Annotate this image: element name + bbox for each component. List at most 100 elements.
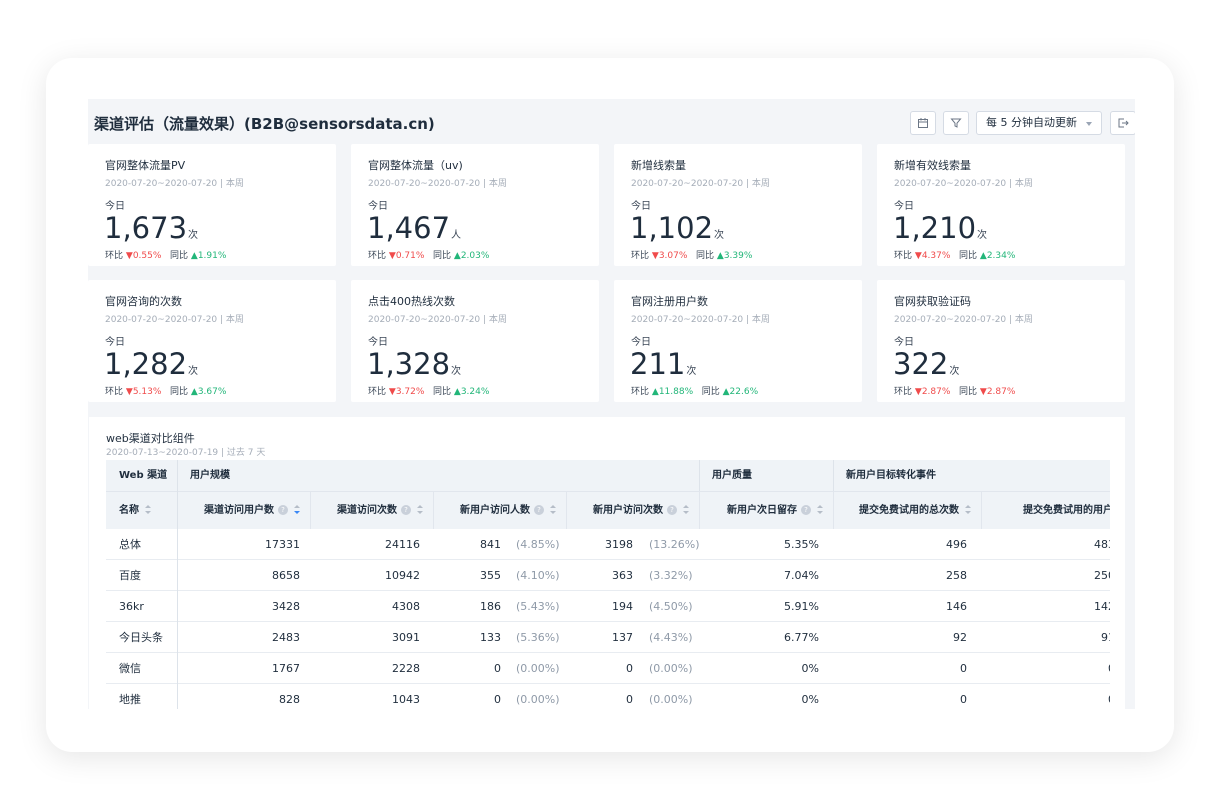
- metric-date: 2020-07-20~2020-07-20 | 本周: [894, 179, 1033, 189]
- mom-value: 3.72%: [395, 387, 425, 397]
- sort-icon[interactable]: [417, 505, 423, 515]
- table-row[interactable]: 微信 1767 2228 0 (0.00%) 0 (0.00%) 0% 0 0: [106, 653, 1110, 684]
- auto-refresh-select[interactable]: 每 5 分钟自动更新: [976, 111, 1102, 135]
- header-divider: [833, 491, 834, 529]
- sort-icon[interactable]: [965, 505, 971, 515]
- column-header-label: 新用户访问次数: [593, 505, 663, 516]
- column-header[interactable]: 名称: [106, 491, 177, 529]
- table-row[interactable]: 百度 8658 10942 355 (4.10%) 363 (3.32%) 7.04% 258 2…: [106, 560, 1110, 591]
- metric-name: 新增有效线索量: [894, 159, 971, 172]
- cell-new-users-pct: (4.10%): [516, 569, 560, 582]
- help-icon[interactable]: ?: [278, 505, 288, 515]
- metric-card[interactable]: 新增线索量 2020-07-20~2020-07-20 | 本周 今日 1,102次环…: [614, 144, 862, 266]
- yoy-label: 同比: [701, 387, 720, 397]
- header-divider: [981, 491, 982, 529]
- metric-unit: 次: [977, 230, 988, 241]
- mom-arrow-icon: ▼: [125, 251, 133, 261]
- sort-icon[interactable]: [683, 505, 689, 515]
- metric-card[interactable]: 官网整体流量（uv) 2020-07-20~2020-07-20 | 本周 今日 1,…: [351, 144, 599, 266]
- page-title: 渠道评估（流量效果）(B2B@sensorsdata.cn): [94, 115, 435, 133]
- cell-new-users-pct: (5.36%): [516, 631, 560, 644]
- metric-card[interactable]: 点击400热线次数 2020-07-20~2020-07-20 | 本周 今日 1,3…: [351, 280, 599, 402]
- column-header[interactable]: 新用户访问人数?: [433, 491, 566, 529]
- metric-card[interactable]: 官网整体流量PV 2020-07-20~2020-07-20 | 本周 今日 1,67…: [88, 144, 336, 266]
- metric-value: 1,210: [893, 211, 977, 245]
- metric-card[interactable]: 官网注册用户数 2020-07-20~2020-07-20 | 本周 今日 211次环…: [614, 280, 862, 402]
- cell-retention: 0%: [801, 662, 819, 675]
- mom-value: 0.55%: [132, 251, 162, 261]
- cell-retention: 7.04%: [784, 569, 819, 582]
- cell-visits: 1043: [392, 693, 420, 706]
- cell-trial-total: 0: [960, 693, 967, 706]
- cell-retention: 5.91%: [784, 600, 819, 613]
- metric-card[interactable]: 官网咨询的次数 2020-07-20~2020-07-20 | 本周 今日 1,282…: [88, 280, 336, 402]
- cell-visit-users: 17331: [265, 538, 300, 551]
- yoy-value: 1.91%: [197, 251, 227, 261]
- yoy-label: 同比: [170, 251, 189, 261]
- metric-value: 1,328: [367, 347, 451, 381]
- sort-icon[interactable]: [817, 505, 823, 515]
- yoy-arrow-icon: ▲: [190, 251, 198, 261]
- help-icon[interactable]: ?: [667, 505, 677, 515]
- channel-name: 地推: [119, 693, 141, 706]
- mom-value: 5.13%: [132, 387, 162, 397]
- column-header[interactable]: 提交免费试用的用户数: [981, 491, 1110, 529]
- cell-trial-users: 0: [981, 684, 1110, 709]
- table-row[interactable]: 36kr 3428 4308 186 (5.43%) 194 (4.50%) 5.91% 146…: [106, 591, 1110, 622]
- dashboard-header: 渠道评估（流量效果）(B2B@sensorsdata.cn) 每 5 分钟自动更…: [88, 99, 1135, 145]
- cell-new-visits-pct: (13.26%): [649, 538, 700, 551]
- metric-compare: 环比 ▼3.07% 同比 ▲3.39%: [631, 248, 752, 261]
- cell-trial-users: 0: [981, 653, 1110, 684]
- cell-new-users-pct: (5.43%): [516, 600, 560, 613]
- cell-new-visits: 3198: [605, 538, 633, 551]
- metric-unit: 次: [188, 230, 199, 241]
- channel-name: 今日头条: [119, 631, 163, 644]
- cell-retention: 5.35%: [784, 538, 819, 551]
- yoy-value: 3.67%: [197, 387, 227, 397]
- header-divider: [433, 491, 434, 529]
- column-header[interactable]: 渠道访问次数?: [310, 491, 433, 529]
- channel-table: Web 渠道 用户规模 用户质量 新用户目标转化事件 名称 渠道访问用户数? 渠道访问次数?…: [106, 460, 1110, 709]
- yoy-arrow-icon: ▲: [716, 251, 724, 261]
- cell-new-users: 0: [494, 693, 501, 706]
- yoy-arrow-icon: ▲: [453, 387, 461, 397]
- column-header[interactable]: 渠道访问用户数?: [177, 491, 310, 529]
- help-icon[interactable]: ?: [401, 505, 411, 515]
- mom-arrow-icon: ▲: [651, 387, 659, 397]
- sort-icon[interactable]: [145, 505, 151, 515]
- mom-label: 环比: [894, 251, 913, 261]
- chevron-down-icon: [1086, 122, 1092, 126]
- cell-retention: 6.77%: [784, 631, 819, 644]
- metric-date: 2020-07-20~2020-07-20 | 本周: [105, 315, 244, 325]
- yoy-label: 同比: [433, 387, 452, 397]
- metric-value-wrap: 1,673次: [104, 211, 198, 253]
- cell-trial-users: 483: [1094, 538, 1110, 551]
- cell-new-users-pct: (0.00%): [516, 662, 560, 675]
- help-icon[interactable]: ?: [801, 505, 811, 515]
- metric-card[interactable]: 新增有效线索量 2020-07-20~2020-07-20 | 本周 今日 1,210…: [877, 144, 1125, 266]
- cell-new-users: 0: [494, 662, 501, 675]
- table-row[interactable]: 今日头条 2483 3091 133 (5.36%) 137 (4.43%) 6.77% 92 9…: [106, 622, 1110, 653]
- export-button[interactable]: [1110, 111, 1135, 135]
- header-divider: [566, 491, 567, 529]
- cell-trial-total: 258: [946, 569, 967, 582]
- metric-compare: 环比 ▼2.87% 同比 ▼2.87%: [894, 384, 1015, 397]
- filter-button[interactable]: [943, 111, 969, 135]
- table-row[interactable]: 总体 17331 24116 841 (4.85%) 3198 (13.26%) 5.35% 4…: [106, 529, 1110, 560]
- metric-unit: 次: [686, 366, 697, 377]
- metric-date: 2020-07-20~2020-07-20 | 本周: [631, 179, 770, 189]
- column-header[interactable]: 新用户访问次数?: [566, 491, 699, 529]
- calendar-button[interactable]: [910, 111, 936, 135]
- help-icon[interactable]: ?: [534, 505, 544, 515]
- table-row[interactable]: 地推 828 1043 0 (0.00%) 0 (0.00%) 0% 0 0: [106, 684, 1110, 709]
- metric-unit: 次: [451, 366, 462, 377]
- column-header[interactable]: 新用户次日留存?: [699, 491, 833, 529]
- sort-icon[interactable]: [294, 505, 300, 515]
- column-header[interactable]: 提交免费试用的总次数: [833, 491, 981, 529]
- mom-arrow-icon: ▼: [651, 251, 659, 261]
- metric-card[interactable]: 官网获取验证码 2020-07-20~2020-07-20 | 本周 今日 322次环…: [877, 280, 1125, 402]
- mom-arrow-icon: ▼: [125, 387, 133, 397]
- sort-icon[interactable]: [550, 505, 556, 515]
- cell-new-visits-pct: (4.43%): [649, 631, 693, 644]
- metric-today-label: 今日: [368, 201, 388, 212]
